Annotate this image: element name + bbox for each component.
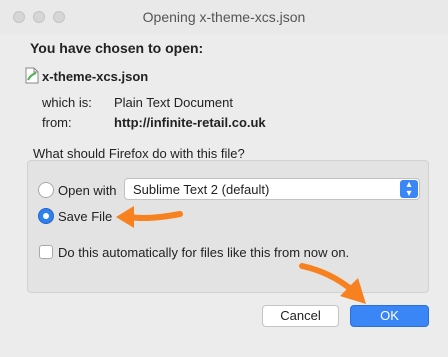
save-file-radio[interactable] bbox=[38, 208, 54, 224]
text-file-icon bbox=[25, 67, 39, 84]
save-file-label[interactable]: Save File bbox=[58, 209, 112, 224]
auto-action-label[interactable]: Do this automatically for files like thi… bbox=[58, 245, 349, 260]
from-label: from: bbox=[42, 115, 72, 130]
open-with-app-value: Sublime Text 2 (default) bbox=[133, 182, 270, 197]
annotation-arrow-icon bbox=[116, 206, 183, 228]
action-question: What should Firefox do with this file? bbox=[33, 146, 245, 161]
file-name: x-theme-xcs.json bbox=[42, 69, 149, 84]
source-url: http://infinite-retail.co.uk bbox=[114, 115, 266, 130]
open-with-app-select[interactable]: Sublime Text 2 (default) ▴ ▾ bbox=[124, 178, 420, 200]
file-type: Plain Text Document bbox=[114, 95, 233, 110]
window-title: Opening x-theme-xcs.json bbox=[142, 9, 306, 25]
dialog-heading: You have chosen to open: bbox=[30, 40, 204, 56]
chevron-updown-icon: ▴ ▾ bbox=[400, 180, 418, 199]
open-with-label[interactable]: Open with bbox=[58, 183, 117, 198]
title-bar: Opening x-theme-xcs.json bbox=[0, 0, 448, 34]
annotation-arrow-icon bbox=[299, 263, 366, 304]
open-with-radio[interactable] bbox=[38, 182, 54, 198]
which-is-label: which is: bbox=[42, 95, 92, 110]
auto-action-checkbox[interactable] bbox=[39, 245, 53, 259]
